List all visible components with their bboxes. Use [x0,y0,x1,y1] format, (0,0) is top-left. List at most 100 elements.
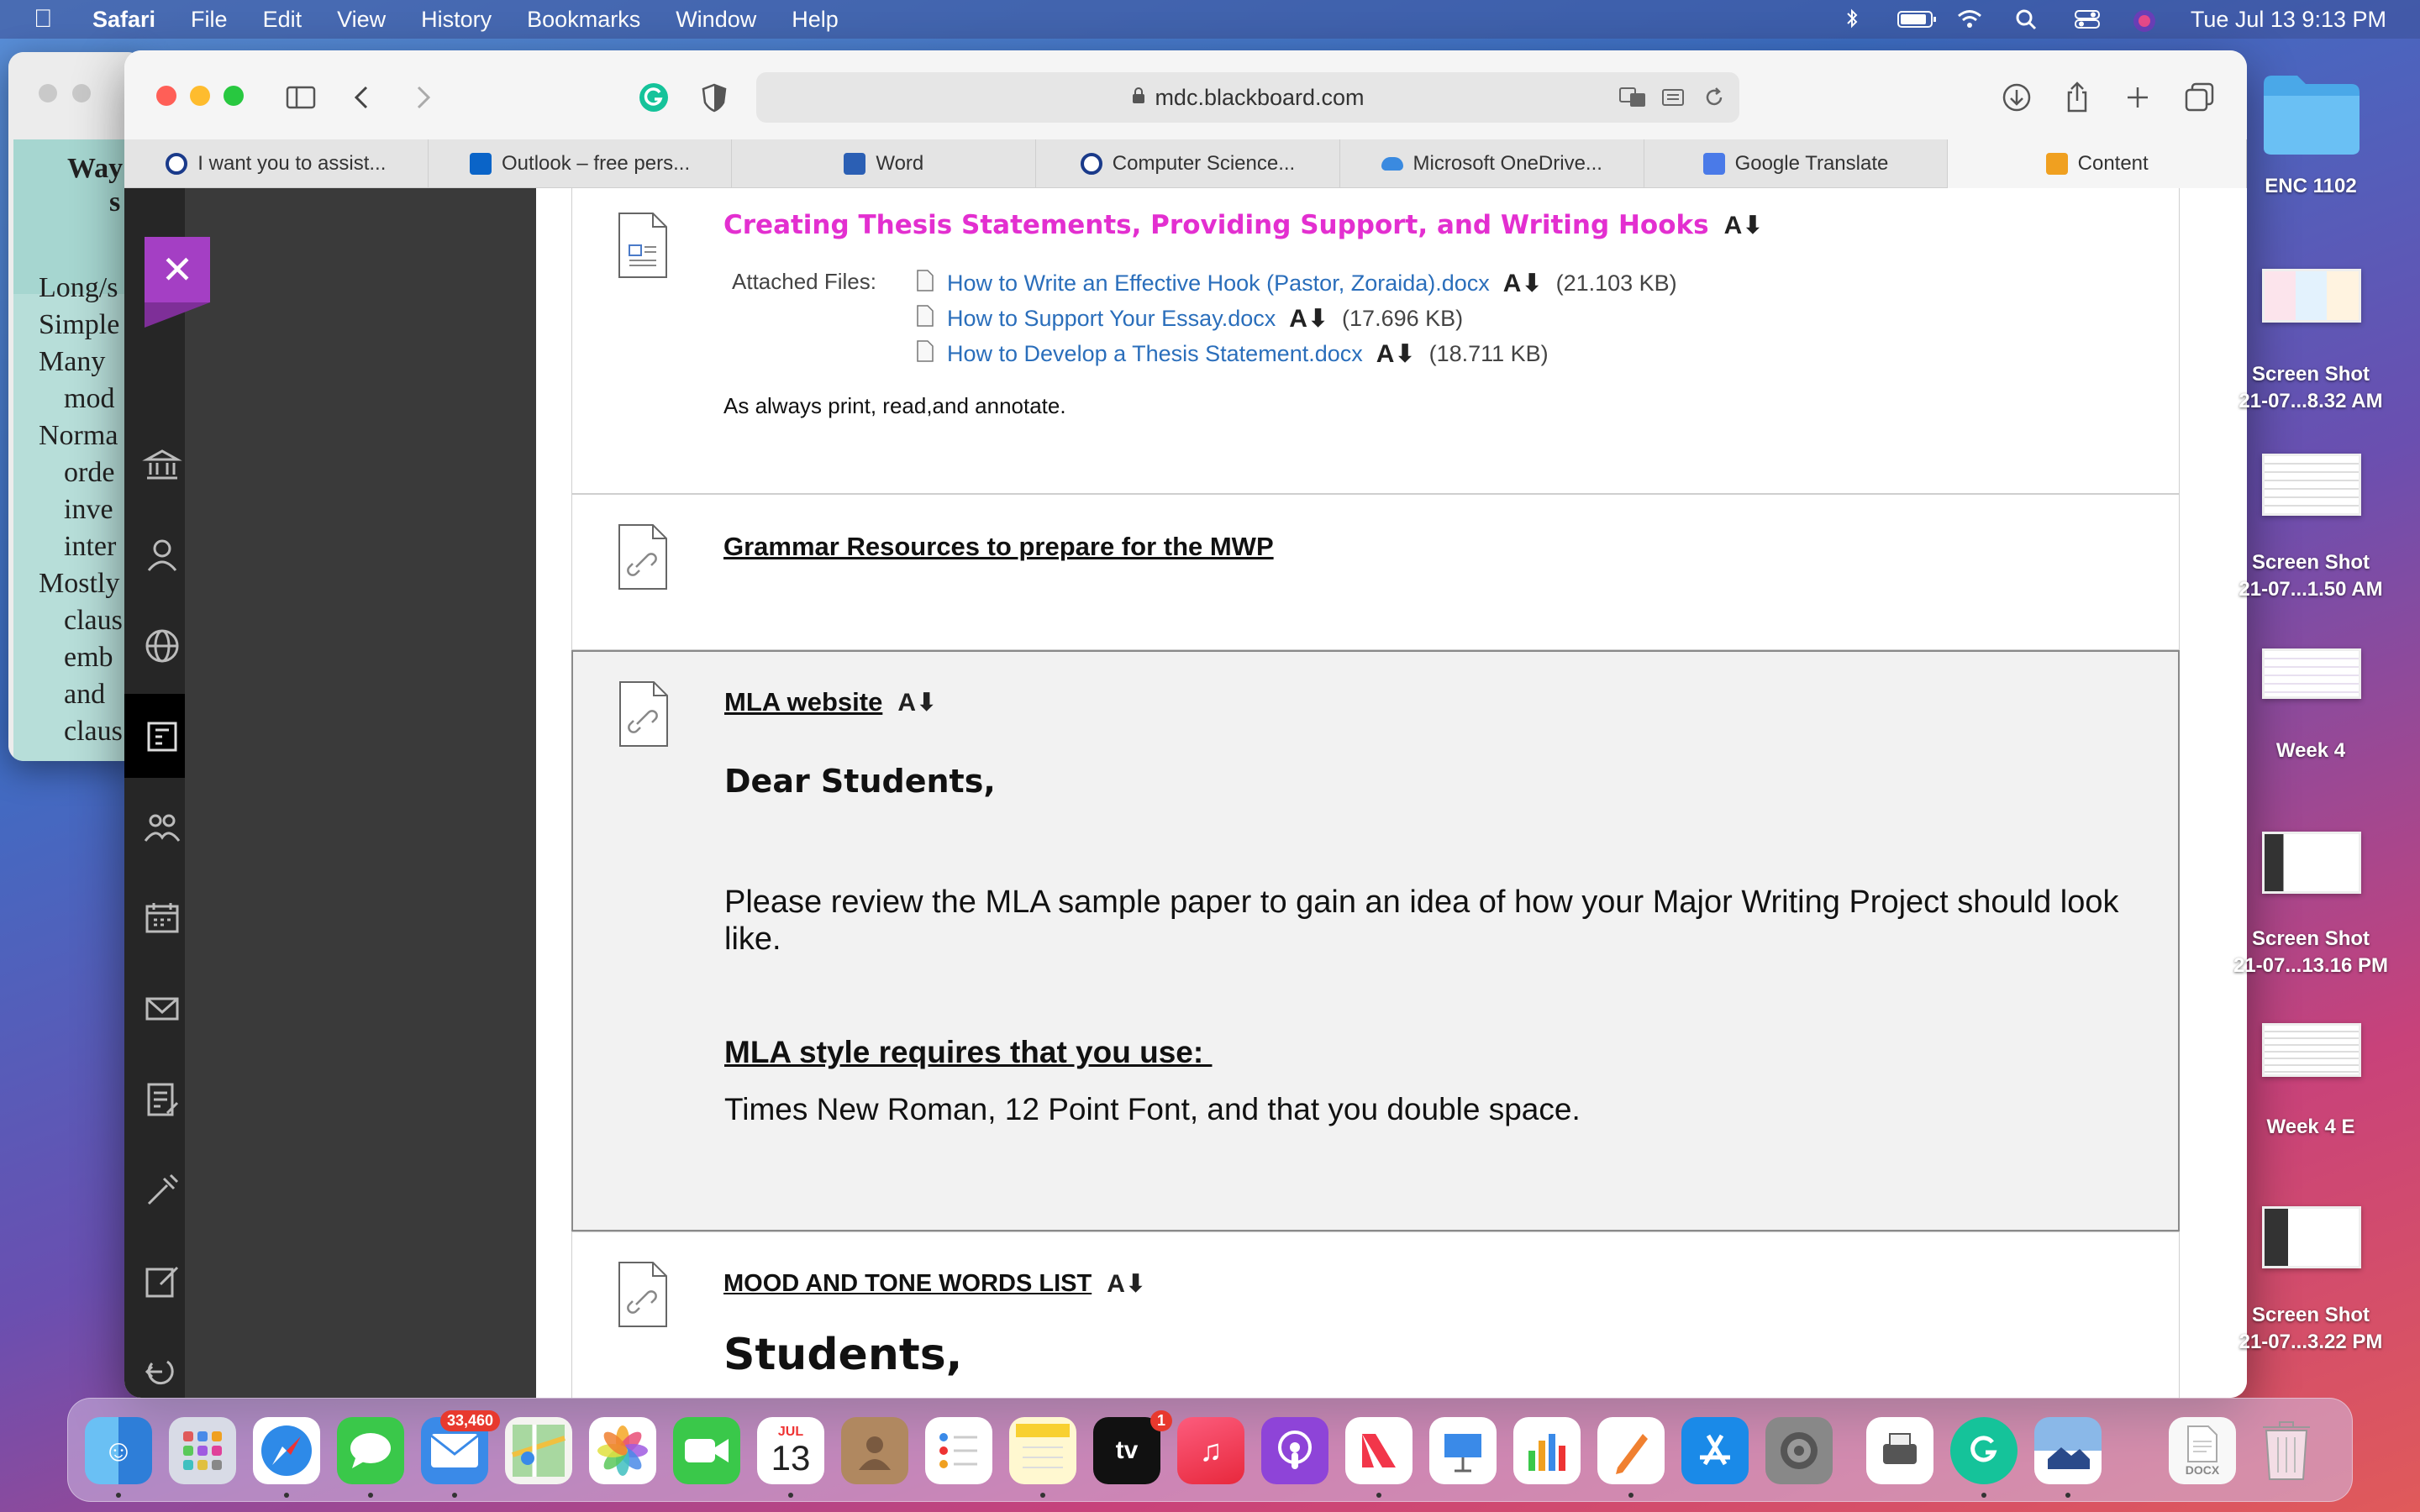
desktop-folder[interactable] [2260,67,2363,160]
attached-file-link[interactable]: How to Develop a Thesis Statement.docx [947,341,1363,367]
text-download-icon[interactable]: A⬇ [1107,1269,1146,1299]
reminders-icon[interactable] [925,1417,992,1484]
new-tab-icon[interactable] [2121,81,2154,114]
mla-item-title[interactable]: MLA website [724,687,882,717]
photos-app-icon[interactable] [589,1417,656,1484]
attached-file-link[interactable]: How to Write an Effective Hook (Pastor, … [947,270,1490,297]
back-button-icon[interactable] [346,81,380,114]
siri-icon[interactable] [2132,8,2160,32]
trash-icon[interactable] [2253,1417,2320,1484]
bg-window-close-button[interactable] [39,84,57,102]
sign-out-icon[interactable] [139,1349,185,1394]
institution-icon[interactable] [139,442,185,487]
mail-app-icon[interactable]: 33,460 [421,1410,500,1484]
safari-icon[interactable] [253,1417,320,1484]
docx-file-icon[interactable]: DOCX [2169,1417,2236,1484]
privacy-shield-icon[interactable] [697,81,731,114]
facetime-icon[interactable] [673,1417,740,1484]
screenshot-thumbnail[interactable] [2262,454,2361,516]
tab-assist[interactable]: I want you to assist... [124,139,429,188]
background-document-window[interactable]: Way s Long/s Simple Many mod Norma orde … [8,52,143,761]
preview-icon[interactable] [2034,1417,2102,1484]
courses-icon[interactable] [139,714,185,759]
battery-icon[interactable] [1897,8,1936,30]
pages-icon[interactable] [1597,1417,1665,1484]
zoom-window-button[interactable] [224,86,244,106]
launchpad-icon[interactable] [169,1417,236,1484]
podcasts-icon[interactable] [1261,1417,1328,1484]
calendar-icon[interactable] [139,895,185,941]
organizations-icon[interactable] [139,805,185,850]
tab-overview-icon[interactable] [2183,81,2217,114]
reload-icon[interactable] [1702,86,1726,115]
system-preferences-icon[interactable] [1765,1417,1833,1484]
keynote-icon[interactable] [1429,1417,1497,1484]
close-window-button[interactable] [156,86,176,106]
tab-content[interactable]: Content [1948,139,2247,188]
reader-icon[interactable] [1660,86,1686,115]
maps-app-icon[interactable] [505,1417,572,1484]
menu-app-name[interactable]: Safari [92,7,155,33]
tools-icon[interactable] [139,1168,185,1213]
tab-word[interactable]: Word [732,139,1037,188]
bg-window-minimize-button[interactable] [72,84,91,102]
tab-onedrive[interactable]: Microsoft OneDrive... [1340,139,1644,188]
control-center-icon[interactable] [2073,8,2102,30]
notes-app-icon[interactable] [1009,1417,1076,1484]
menu-clock[interactable]: Tue Jul 13 9:13 PM [2191,7,2386,33]
text-download-icon[interactable]: A⬇ [897,688,937,717]
messages-icon[interactable] [139,986,185,1032]
menu-edit[interactable]: Edit [263,7,302,33]
bluetooth-icon[interactable] [1838,8,1866,30]
minimize-window-button[interactable] [190,86,210,106]
thesis-item-title[interactable]: Creating Thesis Statements, Providing Su… [723,210,1709,240]
wifi-icon[interactable] [1955,8,1984,30]
text-download-icon[interactable]: A⬇ [1724,211,1764,240]
forward-button-icon[interactable] [405,81,439,114]
text-download-icon[interactable]: A⬇ [1289,304,1328,333]
attached-file-link[interactable]: How to Support Your Essay.docx [947,306,1276,332]
spotlight-search-icon[interactable] [2014,8,2043,30]
grades-icon[interactable] [139,1077,185,1122]
tab-computer-science[interactable]: Computer Science... [1036,139,1340,188]
apple-menu-icon[interactable]:  [34,5,67,34]
globe-icon[interactable] [139,623,185,669]
menu-help[interactable]: Help [792,7,839,33]
menu-window[interactable]: Window [676,7,756,33]
screenshot-thumbnail[interactable] [2262,832,2361,894]
music-app-icon[interactable]: ♫ [1177,1417,1244,1484]
text-download-icon[interactable]: A⬇ [1376,339,1416,369]
numbers-icon[interactable] [1513,1417,1581,1484]
close-nav-button[interactable]: ✕ [145,237,210,302]
finder-icon[interactable]: ☺ [85,1417,152,1484]
contacts-icon[interactable] [841,1417,908,1484]
app-store-icon[interactable] [1681,1417,1749,1484]
grammar-item-title[interactable]: Grammar Resources to prepare for the MWP [723,532,1274,561]
scanner-icon[interactable] [1866,1417,1933,1484]
document-thumbnail[interactable] [2262,648,2361,699]
news-app-icon[interactable] [1345,1417,1413,1484]
document-thumbnail[interactable] [2262,1023,2361,1077]
share-icon[interactable] [2060,81,2094,114]
mood-item-title[interactable]: MOOD AND TONE WORDS LIST [723,1270,1092,1298]
menu-bookmarks[interactable]: Bookmarks [527,7,640,33]
menu-view[interactable]: View [337,7,386,33]
tab-outlook[interactable]: Outlook – free pers... [429,139,733,188]
sidebar-toggle-icon[interactable] [284,81,318,114]
messages-app-icon[interactable] [337,1417,404,1484]
profile-icon[interactable] [139,533,185,578]
screenshot-thumbnail[interactable] [2262,1206,2361,1268]
address-bar[interactable]: mdc.blackboard.com [756,72,1739,123]
apple-tv-icon[interactable]: tv 1 [1093,1410,1172,1484]
menu-history[interactable]: History [421,7,492,33]
grammarly-extension-icon[interactable] [637,81,671,114]
calendar-app-icon[interactable]: JUL 13 [757,1417,824,1484]
downloads-icon[interactable] [2000,81,2033,114]
translate-icon[interactable] [1618,86,1647,115]
grammarly-app-icon[interactable] [1950,1417,2018,1484]
edit-icon[interactable] [139,1258,185,1304]
menu-file[interactable]: File [191,7,228,33]
tab-google-translate[interactable]: Google Translate [1644,139,1949,188]
text-download-icon[interactable]: A⬇ [1503,269,1543,298]
screenshot-thumbnail[interactable] [2262,269,2361,323]
